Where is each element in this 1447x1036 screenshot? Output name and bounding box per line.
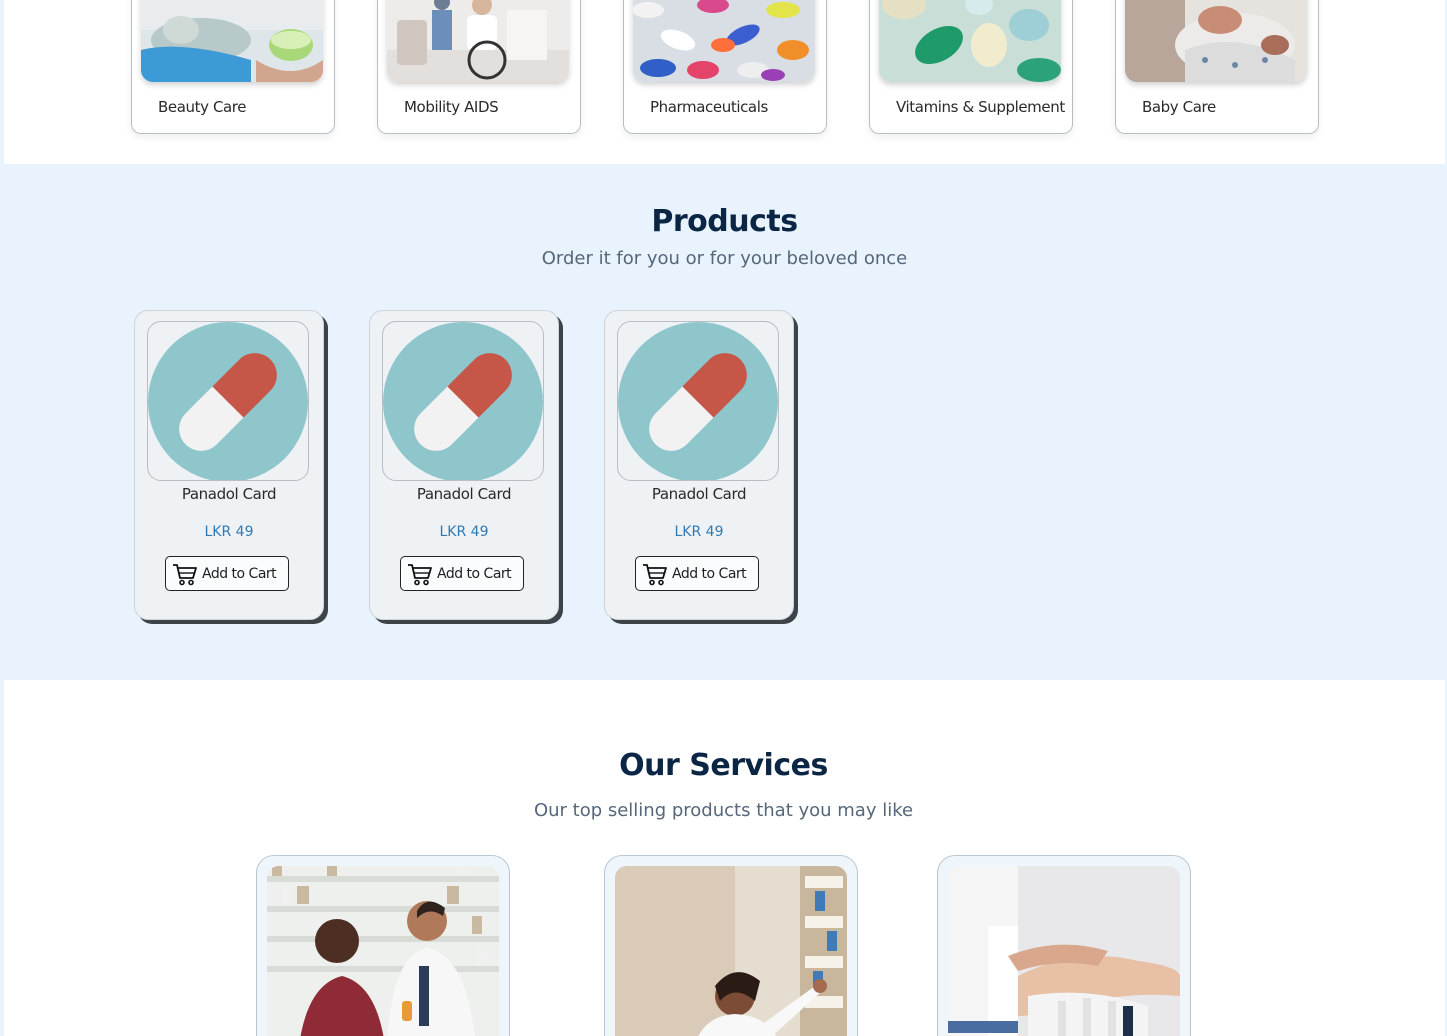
cart-icon [173, 564, 197, 586]
category-image-beauty-care [141, 0, 323, 82]
product-name: Panadol Card [181, 485, 277, 503]
product-card[interactable]: Panadol Card LKR 49 Add to Cart [134, 310, 324, 620]
category-image-baby-care [1125, 0, 1307, 82]
capsule-icon [383, 322, 543, 480]
category-label: Pharmaceuticals [650, 98, 768, 116]
category-label: Beauty Care [158, 98, 247, 116]
category-label: Vitamins & Supplement [896, 98, 1065, 116]
category-image-mobility-aids [387, 0, 569, 82]
product-image [382, 321, 544, 481]
add-to-cart-label: Add to Cart [437, 566, 512, 582]
category-card-pharmaceuticals[interactable]: Pharmaceuticals [623, 0, 827, 134]
capsule-icon [618, 322, 778, 480]
product-name: Panadol Card [416, 485, 512, 503]
product-card[interactable]: Panadol Card LKR 49 Add to Cart [604, 310, 794, 620]
category-label: Baby Care [1142, 98, 1216, 116]
category-card-beauty-care[interactable]: Beauty Care [131, 0, 335, 134]
service-image-pharmacy-shelf [615, 866, 847, 1036]
product-image [147, 321, 309, 481]
add-to-cart-button[interactable]: Add to Cart [635, 556, 759, 591]
category-image-pharmaceuticals [633, 0, 815, 82]
service-card[interactable] [937, 855, 1191, 1036]
capsule-icon [148, 322, 308, 480]
cart-icon [408, 564, 432, 586]
service-card[interactable] [604, 855, 858, 1036]
add-to-cart-button[interactable]: Add to Cart [400, 556, 524, 591]
product-image [617, 321, 779, 481]
product-card[interactable]: Panadol Card LKR 49 Add to Cart [369, 310, 559, 620]
service-card[interactable] [256, 855, 510, 1036]
service-image-consultation [267, 866, 499, 1036]
product-name: Panadol Card [651, 485, 747, 503]
services-title: Our Services [619, 748, 828, 783]
category-image-vitamins-supplement [879, 0, 1061, 82]
products-title: Products [651, 204, 798, 239]
add-to-cart-label: Add to Cart [202, 566, 277, 582]
category-card-mobility-aids[interactable]: Mobility AIDS [377, 0, 581, 134]
products-subtitle: Order it for you or for your beloved onc… [541, 248, 908, 269]
add-to-cart-button[interactable]: Add to Cart [165, 556, 289, 591]
services-subtitle: Our top selling products that you may li… [533, 800, 914, 821]
product-price: LKR 49 [204, 524, 254, 540]
service-image-wrist-splint [948, 866, 1180, 1036]
category-label: Mobility AIDS [404, 98, 499, 116]
category-card-vitamins-supplement[interactable]: Vitamins & Supplement [869, 0, 1073, 134]
category-card-baby-care[interactable]: Baby Care [1115, 0, 1319, 134]
product-price: LKR 49 [439, 524, 489, 540]
category-row: Beauty Care Mobility AIDS Pharmaceutical… [0, 0, 1447, 164]
add-to-cart-label: Add to Cart [672, 566, 747, 582]
products-section: Products Order it for you or for your be… [4, 164, 1445, 680]
cart-icon [643, 564, 667, 586]
product-price: LKR 49 [674, 524, 724, 540]
